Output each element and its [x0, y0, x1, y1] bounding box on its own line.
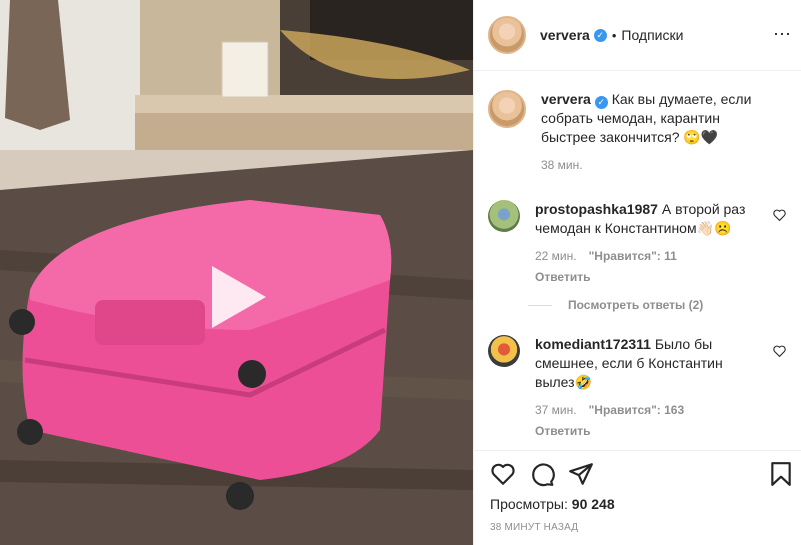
- post-video[interactable]: [0, 0, 473, 545]
- comment-time[interactable]: 37 мин.: [535, 403, 577, 417]
- post-sidebar: ververa ✓ • Подписки ⋯ ververa ✓ Как вы д…: [473, 0, 801, 545]
- author-username[interactable]: ververa: [540, 27, 590, 43]
- comments-list[interactable]: ververa ✓ Как вы думаете, если собрать че…: [474, 72, 801, 450]
- verified-badge-icon: ✓: [593, 28, 607, 42]
- views-label: Просмотры:: [490, 496, 568, 512]
- caption-time[interactable]: 38 мин.: [541, 156, 771, 175]
- views-number: 90 248: [571, 496, 615, 512]
- bookmark-icon[interactable]: [768, 461, 794, 487]
- commenter-avatar[interactable]: [488, 335, 520, 367]
- divider-line: [528, 304, 552, 306]
- view-replies-button[interactable]: Посмотреть ответы (2): [528, 298, 703, 312]
- following-button[interactable]: Подписки: [621, 27, 683, 43]
- author-avatar[interactable]: [488, 16, 526, 54]
- reply-button[interactable]: Ответить: [535, 422, 765, 441]
- comment-item: komediant172311 Было бы смешнее, если б …: [488, 335, 788, 441]
- comment-likes[interactable]: "Нравится": 163: [589, 403, 685, 417]
- comment-username[interactable]: komediant172311: [535, 336, 651, 352]
- like-heart-icon[interactable]: [490, 461, 516, 487]
- comment-like-heart-icon[interactable]: [773, 345, 786, 357]
- comment-like-heart-icon[interactable]: [773, 209, 786, 221]
- caption-avatar[interactable]: [488, 90, 526, 128]
- post-actions: Просмотры: 90 248 38 МИНУТ НАЗАД: [474, 450, 801, 545]
- comment-likes[interactable]: "Нравится": 11: [589, 249, 677, 263]
- ellipsis-icon[interactable]: ⋯: [773, 24, 792, 45]
- verified-badge-icon: ✓: [594, 96, 608, 109]
- play-icon[interactable]: [200, 262, 270, 332]
- post-timestamp[interactable]: 38 МИНУТ НАЗАД: [490, 522, 578, 533]
- post-header: ververa ✓ • Подписки ⋯: [474, 0, 801, 71]
- view-replies-label: Посмотреть ответы (2): [568, 298, 704, 312]
- caption: ververa ✓ Как вы думаете, если собрать че…: [488, 90, 788, 175]
- comment-item: prostopashka1987 А второй раз чемодан к …: [488, 200, 788, 287]
- share-icon[interactable]: [568, 461, 594, 487]
- separator-dot: •: [611, 27, 617, 43]
- caption-username[interactable]: ververa: [541, 91, 591, 107]
- views-count[interactable]: Просмотры: 90 248: [490, 496, 615, 512]
- comment-time[interactable]: 22 мин.: [535, 249, 577, 263]
- comment-username[interactable]: prostopashka1987: [535, 201, 658, 217]
- commenter-avatar[interactable]: [488, 200, 520, 232]
- reply-button[interactable]: Ответить: [535, 268, 765, 287]
- comment-icon[interactable]: [529, 461, 555, 487]
